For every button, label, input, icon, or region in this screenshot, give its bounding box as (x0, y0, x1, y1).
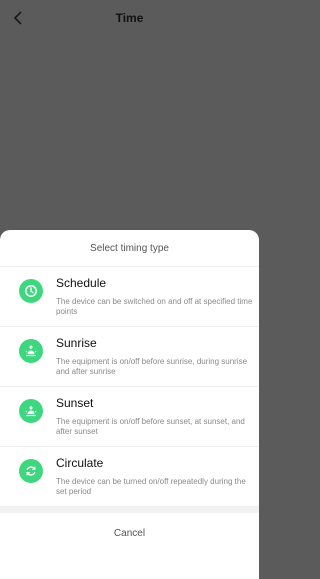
sheet-heading: Select timing type (0, 230, 259, 267)
option-title: Sunrise (56, 336, 97, 350)
cycle-icon (19, 459, 43, 483)
sunrise-icon (19, 339, 43, 363)
option-sunset[interactable]: Sunset The equipment is on/off before su… (0, 387, 259, 447)
option-description: The device can be turned on/off repeated… (56, 477, 246, 496)
option-title: Sunset (56, 396, 94, 410)
option-description: The equipment is on/off before sunrise, … (56, 357, 248, 376)
option-sunrise[interactable]: Sunrise The equipment is on/off before s… (0, 327, 259, 387)
option-description: The device can be switched on and off at… (56, 297, 253, 316)
option-title: Schedule (56, 276, 107, 290)
clock-icon (19, 279, 43, 303)
option-description: The equipment is on/off before sunset, a… (56, 417, 245, 436)
timing-type-sheet: Select timing type Schedule The device c… (0, 230, 259, 579)
cancel-button[interactable]: Cancel (0, 513, 259, 553)
option-title: Circulate (56, 456, 104, 470)
option-circulate[interactable]: Circulate The device can be turned on/of… (0, 447, 259, 507)
option-schedule[interactable]: Schedule The device can be switched on a… (0, 267, 259, 327)
sunset-icon (19, 399, 43, 423)
